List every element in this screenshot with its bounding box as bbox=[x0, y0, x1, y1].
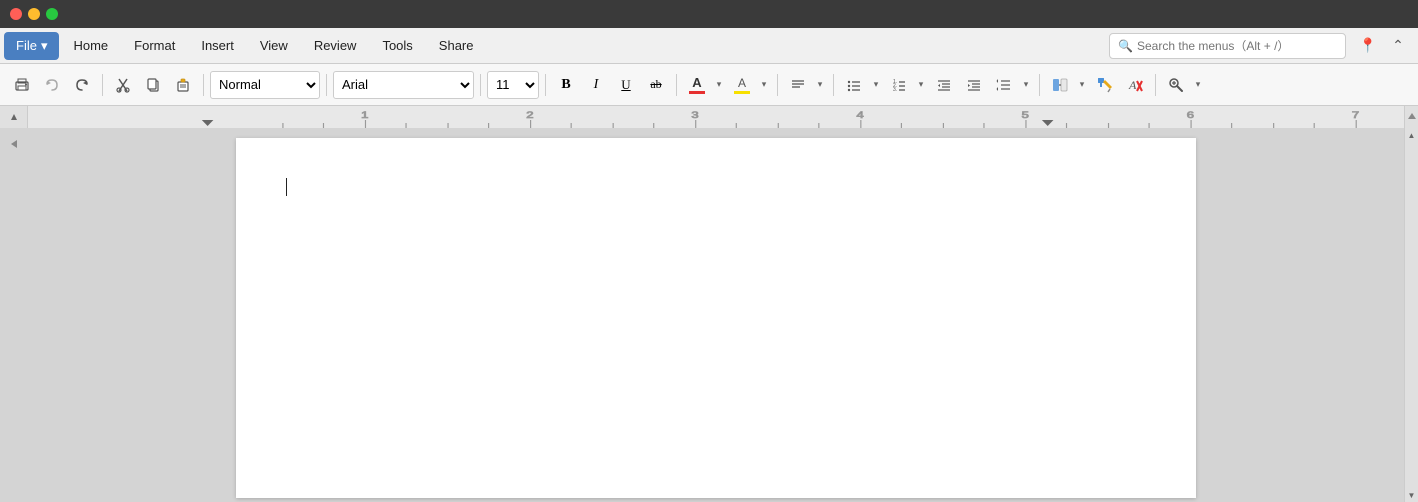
title-bar bbox=[0, 0, 1418, 28]
paragraph-style-select[interactable]: Normal Heading 1 Heading 2 Title bbox=[210, 71, 320, 99]
svg-text:6: 6 bbox=[1187, 111, 1194, 121]
number-list-dropdown[interactable]: ▾ bbox=[914, 71, 928, 99]
ruler: 1 2 3 4 5 6 7 bbox=[28, 106, 1404, 128]
bullet-list-dropdown[interactable]: ▾ bbox=[869, 71, 883, 99]
ruler-toggle-button[interactable] bbox=[0, 106, 28, 128]
menu-right-icons: 📍 ⌃ bbox=[1356, 34, 1410, 58]
toolbar: Normal Heading 1 Heading 2 Title Arial T… bbox=[0, 64, 1418, 106]
line-spacing-dropdown[interactable]: ▾ bbox=[1019, 71, 1033, 99]
location-icon[interactable]: 📍 bbox=[1356, 34, 1380, 58]
clear-formatting-button[interactable]: A bbox=[1121, 71, 1149, 99]
redo-button[interactable] bbox=[68, 71, 96, 99]
svg-text:A: A bbox=[1128, 78, 1137, 92]
insert-tools-group: ▾ bbox=[1162, 71, 1205, 99]
ruler-area: 1 2 3 4 5 6 7 bbox=[0, 106, 1418, 128]
separator-2 bbox=[203, 74, 204, 96]
increase-indent-button[interactable] bbox=[960, 71, 988, 99]
document-area bbox=[28, 128, 1404, 502]
collapse-ribbon-icon[interactable]: ⌃ bbox=[1386, 34, 1410, 58]
paste-button[interactable] bbox=[169, 71, 197, 99]
separator-5 bbox=[545, 74, 546, 96]
file-label: File bbox=[16, 38, 37, 53]
underline-button[interactable]: U bbox=[612, 71, 640, 99]
align-dropdown[interactable]: ▾ bbox=[813, 71, 827, 99]
scroll-up-button[interactable]: ▲ bbox=[1405, 128, 1418, 142]
svg-text:1: 1 bbox=[361, 111, 368, 121]
document[interactable] bbox=[236, 138, 1196, 498]
separator-10 bbox=[1155, 74, 1156, 96]
styles-dropdown[interactable]: ▾ bbox=[1075, 71, 1089, 99]
scroll-track[interactable] bbox=[1405, 142, 1418, 488]
print-button[interactable] bbox=[8, 71, 36, 99]
format-menu[interactable]: Format bbox=[122, 32, 187, 60]
svg-text:2: 2 bbox=[526, 111, 533, 121]
styles-button[interactable] bbox=[1046, 71, 1074, 99]
highlight-color-button[interactable]: A bbox=[728, 71, 756, 99]
styles-group: ▾ bbox=[1046, 71, 1089, 99]
bullet-list-group: ▾ bbox=[840, 71, 883, 99]
font-family-select[interactable]: Arial Times New Roman Courier New bbox=[333, 71, 474, 99]
main-area: ▲ ▼ bbox=[0, 128, 1418, 502]
separator-7 bbox=[777, 74, 778, 96]
cut-button[interactable] bbox=[109, 71, 137, 99]
separator-1 bbox=[102, 74, 103, 96]
svg-text:3.: 3. bbox=[893, 87, 897, 93]
separator-3 bbox=[326, 74, 327, 96]
scroll-down-button[interactable]: ▼ bbox=[1405, 488, 1418, 502]
separator-6 bbox=[676, 74, 677, 96]
separator-9 bbox=[1039, 74, 1040, 96]
insert-menu[interactable]: Insert bbox=[189, 32, 246, 60]
traffic-lights bbox=[10, 8, 58, 20]
number-list-button[interactable]: 1. 2. 3. bbox=[885, 71, 913, 99]
svg-text:4: 4 bbox=[856, 111, 863, 121]
decrease-indent-button[interactable] bbox=[930, 71, 958, 99]
bold-button[interactable]: B bbox=[552, 71, 580, 99]
align-group: ▾ bbox=[784, 71, 827, 99]
format-painter-button[interactable] bbox=[1091, 71, 1119, 99]
file-menu[interactable]: File ▾ bbox=[4, 32, 59, 60]
copy-button[interactable] bbox=[139, 71, 167, 99]
menu-bar: File ▾ Home Format Insert View Review To… bbox=[0, 28, 1418, 64]
maximize-button[interactable] bbox=[46, 8, 58, 20]
highlight-color-dropdown[interactable]: ▾ bbox=[757, 71, 771, 99]
font-color-button[interactable]: A bbox=[683, 71, 711, 99]
insert-tool-button[interactable] bbox=[1162, 71, 1190, 99]
file-dropdown-arrow: ▾ bbox=[41, 38, 48, 54]
separator-4 bbox=[480, 74, 481, 96]
review-menu[interactable]: Review bbox=[302, 32, 369, 60]
search-icon: 🔍 bbox=[1118, 39, 1133, 53]
text-cursor bbox=[286, 178, 287, 196]
strikethrough-button[interactable]: ab bbox=[642, 71, 670, 99]
italic-button[interactable]: I bbox=[582, 71, 610, 99]
share-menu[interactable]: Share bbox=[427, 32, 486, 60]
line-spacing-group: ▾ bbox=[990, 71, 1033, 99]
menu-search-input[interactable] bbox=[1137, 39, 1337, 53]
insert-tool-dropdown[interactable]: ▾ bbox=[1191, 71, 1205, 99]
line-spacing-button[interactable] bbox=[990, 71, 1018, 99]
font-size-select[interactable]: 11 8910 1214 bbox=[487, 71, 539, 99]
view-menu[interactable]: View bbox=[248, 32, 300, 60]
menu-search-box[interactable]: 🔍 bbox=[1109, 33, 1346, 59]
sidebar-toggle-button[interactable] bbox=[0, 128, 28, 502]
number-list-group: 1. 2. 3. ▾ bbox=[885, 71, 928, 99]
svg-text:5: 5 bbox=[1022, 111, 1029, 121]
ruler-scroll bbox=[1404, 106, 1418, 128]
home-menu[interactable]: Home bbox=[61, 32, 120, 60]
separator-8 bbox=[833, 74, 834, 96]
svg-text:3: 3 bbox=[691, 111, 698, 121]
tools-menu[interactable]: Tools bbox=[370, 32, 424, 60]
align-button[interactable] bbox=[784, 71, 812, 99]
highlight-color-group: A ▾ bbox=[728, 71, 771, 99]
font-color-group: A ▾ bbox=[683, 71, 726, 99]
vertical-scrollbar[interactable]: ▲ ▼ bbox=[1404, 128, 1418, 502]
undo-button[interactable] bbox=[38, 71, 66, 99]
close-button[interactable] bbox=[10, 8, 22, 20]
font-color-dropdown[interactable]: ▾ bbox=[712, 71, 726, 99]
svg-text:7: 7 bbox=[1352, 111, 1359, 121]
bullet-list-button[interactable] bbox=[840, 71, 868, 99]
minimize-button[interactable] bbox=[28, 8, 40, 20]
